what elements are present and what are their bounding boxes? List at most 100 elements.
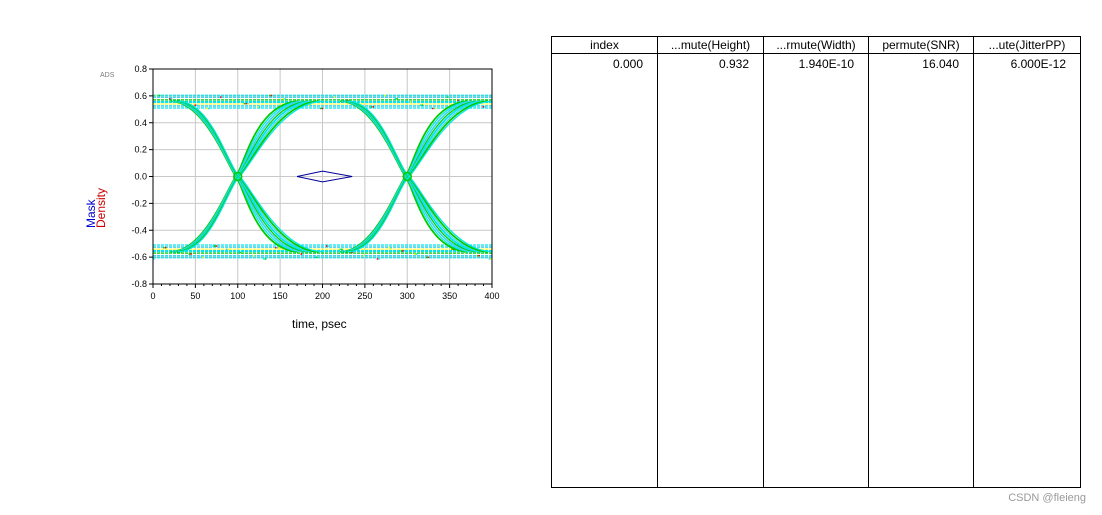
eye-density-dot [237, 251, 240, 254]
eye-density-dot [243, 102, 246, 105]
eye-density-dot [269, 94, 271, 97]
x-tick-label: 300 [400, 291, 415, 301]
eye-density-dot [215, 245, 218, 247]
eye-density-dot [435, 107, 437, 110]
eye-density-dot [400, 250, 402, 252]
y-tick-label: -0.4 [131, 225, 147, 235]
eye-density-dot [484, 106, 486, 108]
eye-density-dot [353, 251, 355, 254]
eye-density-dot [164, 246, 167, 249]
eye-density-dot [214, 245, 216, 247]
x-tick-label: 150 [273, 291, 288, 301]
x-axis-label: time, psec [292, 317, 347, 331]
eye-density-dot [427, 256, 430, 259]
eye-density-dot [247, 102, 249, 105]
eye-density-dot [341, 248, 343, 251]
watermark: CSDN @fleieng [1008, 492, 1086, 504]
cell-jitterpp: 6.000E-12 [973, 53, 1081, 488]
x-tick-label: 50 [190, 291, 200, 301]
eye-density-dot [155, 94, 158, 97]
eye-density-dot [333, 96, 336, 98]
eye-density-dot [225, 248, 228, 251]
eye-density-dot [419, 104, 422, 106]
eye-density-dot [302, 253, 304, 255]
eye-density-dot [327, 245, 330, 247]
eye-density-dot [321, 107, 324, 110]
y-axis-label-density: Density [94, 187, 108, 228]
eye-density-dot [158, 94, 161, 97]
column-header-index[interactable]: index [551, 36, 658, 54]
cell-width: 1.940E-10 [763, 53, 869, 488]
column-header-snr[interactable]: permute(SNR) [868, 36, 974, 54]
eye-density-dot [194, 104, 197, 106]
eye-density-dot [403, 250, 406, 252]
eye-density-dot [364, 254, 367, 257]
eye-density-dot [257, 106, 259, 108]
x-tick-label: 200 [315, 291, 330, 301]
table-row: 0.000 0.932 1.940E-10 16.040 6.000E-12 [551, 53, 1081, 488]
y-tick-label: -0.8 [131, 279, 147, 289]
eye-density-dot [425, 256, 428, 259]
column-header-jitterpp[interactable]: ...ute(JitterPP) [973, 36, 1081, 54]
eye-density-dot [258, 106, 261, 108]
eye-density-dot [169, 98, 171, 100]
y-tick-label: -0.2 [131, 198, 147, 208]
y-tick-label: 0.0 [134, 172, 147, 182]
column-header-width[interactable]: ...rmute(Width) [763, 36, 869, 54]
eye-density-dot [270, 94, 273, 97]
eye-density-dot [439, 245, 441, 247]
eye-density-dot [482, 106, 485, 108]
eye-density-dot [402, 250, 404, 252]
ads-tag: ADS [100, 72, 115, 79]
cell-index: 0.000 [551, 53, 658, 488]
column-header-height[interactable]: ...mute(Height) [657, 36, 764, 54]
cell-snr: 16.040 [868, 53, 974, 488]
eye-density-dot [206, 107, 208, 110]
eye-density-dot [231, 99, 234, 102]
eye-density-dot [282, 98, 285, 100]
eye-density-dot [476, 254, 479, 257]
eye-density-dot [363, 254, 365, 257]
eye-density-dot [284, 98, 286, 100]
eye-density-dot [414, 253, 416, 255]
eye-density-dot [163, 246, 165, 249]
eye-density-dot [445, 96, 447, 98]
x-tick-label: 0 [150, 291, 155, 301]
eye-density-dot [221, 96, 224, 98]
eye-density-dot [315, 256, 318, 259]
eye-density-dot [314, 256, 316, 259]
eye-density-dot [227, 248, 230, 251]
eye-density-dot [458, 99, 461, 102]
eye-density-dot [208, 107, 210, 110]
eye-density-dot [421, 104, 424, 106]
eye-density-dot [300, 253, 302, 255]
eye-density-dot [370, 106, 373, 108]
eye-density-dot [415, 253, 418, 255]
eye-density-dot [190, 253, 192, 255]
eye-density-dot [157, 94, 159, 97]
eye-density-dot [396, 98, 398, 100]
eye-density-dot [337, 248, 340, 251]
eye-density-dot [478, 254, 480, 257]
eye-density-dot [319, 107, 322, 110]
eye-density-dot [384, 94, 386, 97]
y-tick-label: 0.2 [134, 145, 147, 155]
eye-density-dot [219, 96, 222, 98]
cell-height: 0.932 [657, 53, 764, 488]
eye-density-dot [372, 106, 375, 108]
eye-density-dot [376, 258, 379, 260]
eye-density-dot [170, 98, 173, 100]
eye-density-dot [276, 246, 279, 249]
eye-density-dot [447, 96, 449, 98]
eye-density-dot [378, 258, 380, 260]
eye-density-dot [390, 246, 392, 249]
table-header-row: index ...mute(Height) ...rmute(Width) pe… [551, 36, 1081, 54]
eye-density-dot [253, 254, 255, 257]
eye-density-dot [188, 253, 191, 255]
y-tick-label: 0.8 [134, 64, 147, 74]
eye-density-dot [488, 258, 491, 260]
eye-density-dot [251, 254, 253, 257]
eye-density-dot [431, 107, 434, 110]
eye-density-dot [325, 245, 328, 247]
eye-density-dot [212, 245, 214, 247]
